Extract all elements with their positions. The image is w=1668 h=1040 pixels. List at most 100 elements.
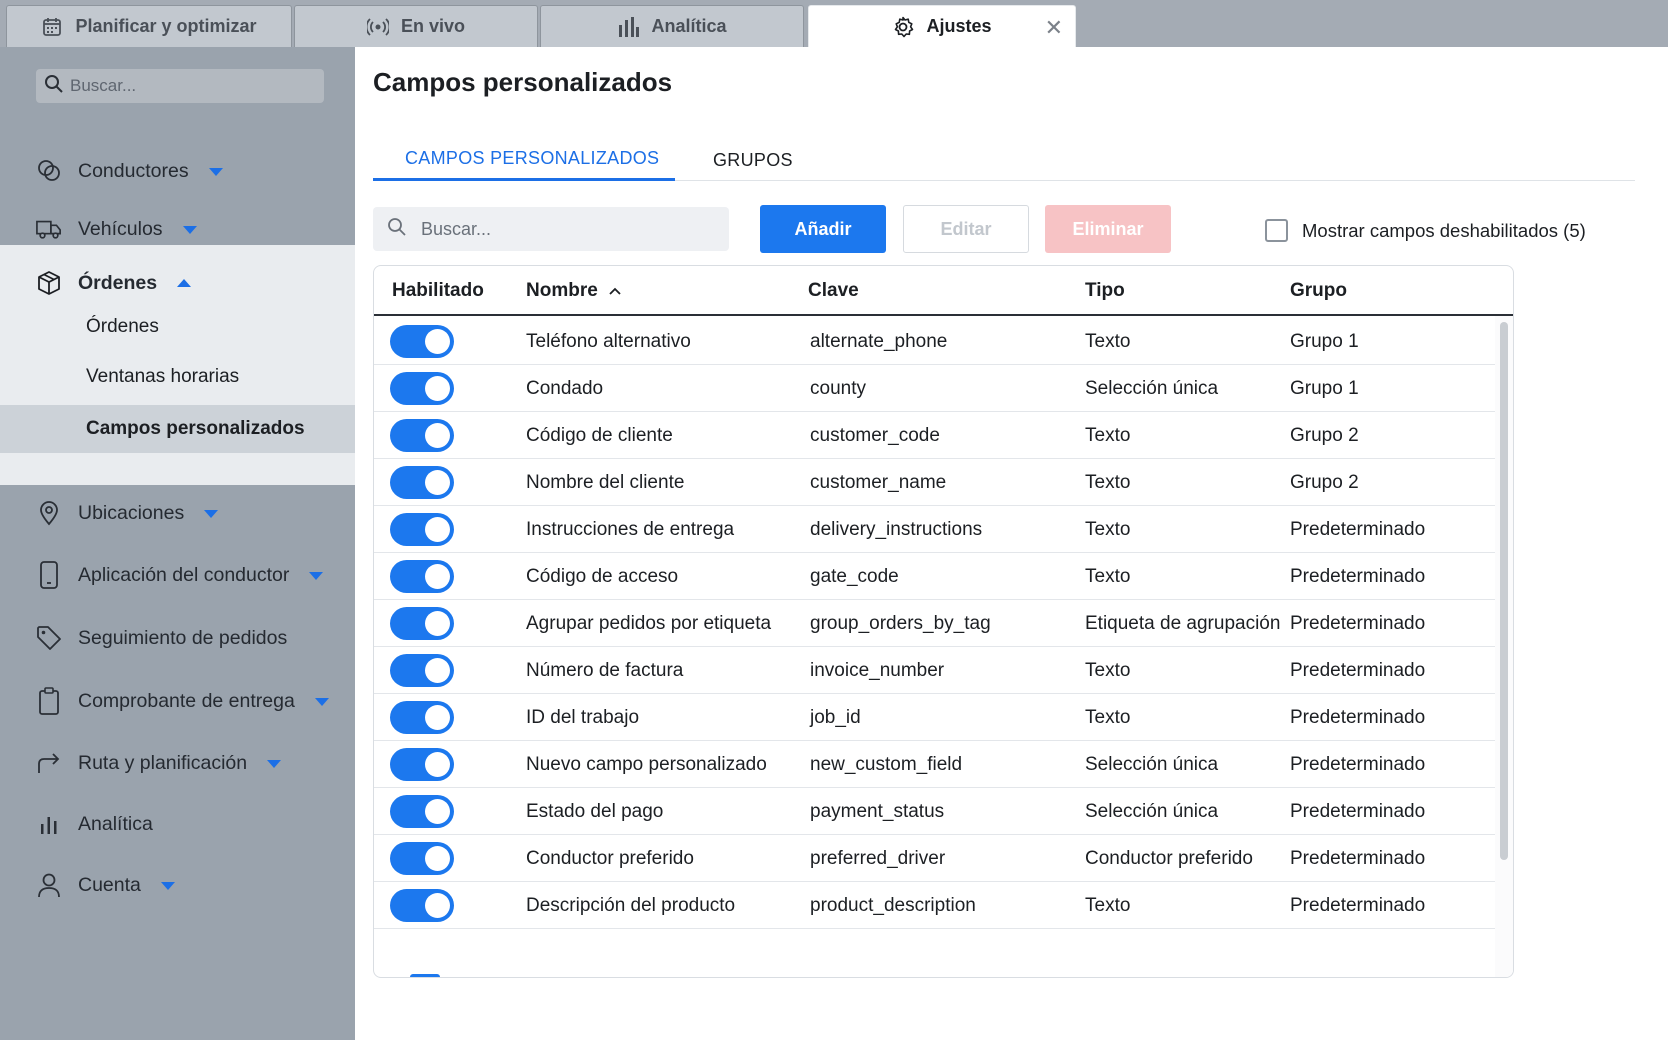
sidebar-subitem-campos-personalizados[interactable]: Campos personalizados (0, 405, 355, 453)
enabled-toggle[interactable] (390, 560, 454, 593)
cell-tipo: Texto (1085, 660, 1131, 681)
table-row[interactable]: Teléfono alternativo alternate_phone Texto… (374, 318, 1496, 365)
tab-ajustes[interactable]: Ajustes ✕ (808, 5, 1076, 47)
enabled-toggle[interactable] (390, 372, 454, 405)
show-disabled-label: Mostrar campos deshabilitados (5) (1302, 219, 1586, 241)
table-row[interactable]: Estado del pago payment_status Selección ú… (374, 788, 1496, 835)
header-clave[interactable]: Clave (808, 280, 859, 302)
enabled-toggle[interactable] (390, 889, 454, 922)
sidebar-item-comprobante[interactable]: Comprobante de entrega (36, 681, 329, 721)
show-disabled-checkbox[interactable] (1265, 219, 1288, 242)
enabled-toggle[interactable] (390, 466, 454, 499)
cell-tipo: Etiqueta de agrupación (1085, 613, 1281, 634)
tab-en-vivo[interactable]: En vivo (294, 5, 538, 47)
cell-clave: gate_code (810, 566, 899, 587)
box-icon (36, 270, 62, 296)
table-row[interactable]: Código de acceso gate_code Texto Predetermi… (374, 553, 1496, 600)
header-nombre[interactable]: Nombre (526, 280, 622, 302)
sidebar-item-label: Analítica (78, 812, 153, 835)
enabled-toggle[interactable] (390, 419, 454, 452)
table-row[interactable]: Conductor preferido preferred_driver Condu… (374, 835, 1496, 882)
sidebar-item-analitica[interactable]: Analítica (36, 804, 153, 844)
header-tipo[interactable]: Tipo (1085, 280, 1125, 302)
sidebar-item-label: Conductores (78, 159, 189, 182)
tab-campos-personalizados[interactable]: CAMPOS PERSONALIZADOS (373, 139, 675, 181)
enabled-toggle[interactable] (390, 795, 454, 828)
table-row[interactable]: Código de cliente customer_code Texto Grupo… (374, 412, 1496, 459)
chevron-up-icon (177, 279, 192, 287)
enabled-toggle[interactable] (390, 607, 454, 640)
sidebar-item-seguimiento[interactable]: Seguimiento de pedidos (36, 618, 287, 658)
cell-grupo: Predeterminado (1290, 754, 1426, 775)
sidebar-item-label: Cuenta (78, 873, 141, 896)
cell-tipo: Texto (1085, 566, 1131, 587)
cell-clave: preferred_driver (810, 848, 946, 869)
enabled-toggle[interactable] (390, 513, 454, 546)
sidebar-item-ordenes[interactable]: Órdenes (36, 263, 192, 303)
cell-tipo: Selección única (1085, 378, 1219, 399)
sidebar-search-input[interactable]: Buscar... (36, 69, 324, 103)
cell-clave: delivery_instructions (810, 519, 983, 540)
table-row[interactable]: Nombre del cliente customer_name Texto Grup… (374, 459, 1496, 506)
scrollbar-thumb[interactable] (1500, 322, 1508, 860)
cell-clave: county (810, 378, 866, 399)
scrollbar[interactable] (1495, 316, 1513, 977)
tab-planificar[interactable]: Planificar y optimizar (6, 5, 292, 47)
enabled-toggle[interactable] (390, 842, 454, 875)
header-habilitado[interactable]: Habilitado (392, 280, 484, 302)
show-disabled-toggle[interactable]: Mostrar campos deshabilitados (5) (1265, 219, 1586, 242)
sidebar-item-ubicaciones[interactable]: Ubicaciones (36, 493, 219, 533)
tab-label: Analítica (651, 16, 727, 36)
enabled-toggle[interactable] (390, 654, 454, 687)
table-row[interactable]: Instrucciones de entrega delivery_instruc… (374, 506, 1496, 553)
cell-nombre: Instrucciones de entrega (526, 519, 735, 540)
table-row[interactable]: Condado county Selección única Grupo 1 (374, 365, 1496, 412)
cell-clave: new_custom_field (810, 754, 963, 775)
tab-label: Ajustes (926, 16, 992, 36)
sidebar-item-label: Ruta y planificación (78, 751, 248, 774)
toggle-knob (425, 799, 450, 824)
sidebar-item-ruta[interactable]: Ruta y planificación (36, 743, 282, 783)
sort-ascending-icon (608, 280, 622, 302)
sidebar-item-cuenta[interactable]: Cuenta (36, 865, 175, 905)
sidebar-item-aplicacion-conductor[interactable]: Aplicación del conductor (36, 555, 324, 595)
enabled-toggle[interactable] (390, 325, 454, 358)
search-input[interactable]: Buscar... (373, 207, 729, 251)
cell-tipo: Texto (1085, 519, 1131, 540)
header-grupo[interactable]: Grupo (1290, 280, 1347, 302)
table-row[interactable]: Nuevo campo personalizado new_custom_fiel… (374, 741, 1496, 788)
close-icon[interactable]: ✕ (1045, 15, 1063, 41)
tab-analitica[interactable]: Analítica (540, 5, 804, 47)
main-panel: Campos personalizados CAMPOS PERSONALIZA… (355, 47, 1668, 1040)
toggle-knob (425, 893, 450, 918)
bar-chart-icon (36, 811, 62, 837)
bar-chart-icon (617, 16, 640, 38)
table-row[interactable]: Agrupar pedidos por etiqueta group_orders… (374, 600, 1496, 647)
chevron-down-icon (182, 226, 197, 234)
cell-nombre: Descripción del producto (526, 895, 736, 916)
gear-icon (892, 16, 914, 38)
enabled-toggle[interactable] (390, 701, 454, 734)
table-row[interactable]: Número de factura invoice_number Texto Pred… (374, 647, 1496, 694)
cell-nombre: ID del trabajo (526, 707, 640, 728)
chevron-down-icon (267, 760, 282, 768)
enabled-toggle[interactable] (390, 748, 454, 781)
cell-nombre: Código de cliente (526, 425, 673, 446)
tab-grupos[interactable]: GRUPOS (713, 139, 793, 181)
delete-button[interactable]: Eliminar (1045, 205, 1171, 253)
sidebar-subitem-ordenes[interactable]: Órdenes (86, 307, 159, 347)
edit-button[interactable]: Editar (903, 205, 1029, 253)
sidebar-item-vehiculos[interactable]: Vehículos (36, 209, 197, 249)
route-arrow-icon (36, 750, 62, 776)
cell-nombre: Agrupar pedidos por etiqueta (526, 613, 772, 634)
clipboard-icon (36, 687, 62, 715)
sidebar-subitem-ventanas-horarias[interactable]: Ventanas horarias (86, 357, 239, 397)
sidebar-item-conductores[interactable]: Conductores (36, 151, 223, 191)
cell-nombre: Nuevo campo personalizado (526, 754, 767, 775)
table-row[interactable]: Descripción del producto product_descript… (374, 882, 1496, 929)
table-row[interactable]: ID del trabajo job_id Texto Predeterminado (374, 694, 1496, 741)
partial-toggle (410, 974, 440, 977)
sidebar-item-label: Aplicación del conductor (78, 563, 290, 586)
add-button[interactable]: Añadir (760, 205, 886, 253)
chevron-down-icon (160, 882, 175, 890)
